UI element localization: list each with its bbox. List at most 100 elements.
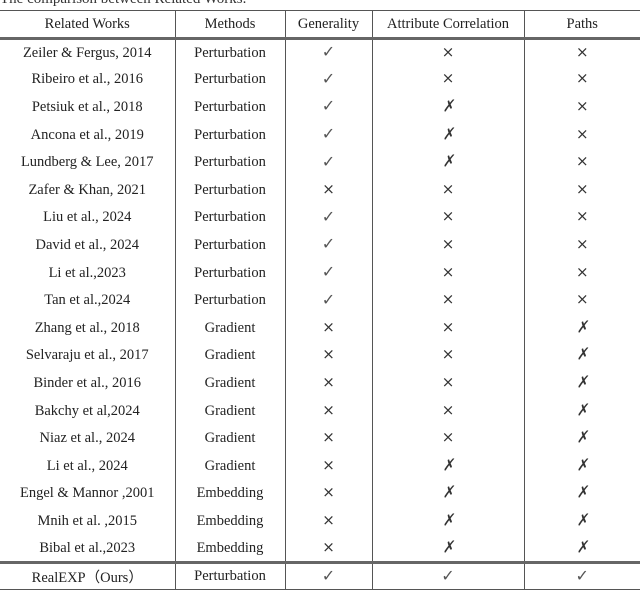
- table-row: Selvaraju et al., 2017 Gradient × × ✗: [0, 342, 640, 370]
- table-row: Engel & Mannor ,2001 Embedding × ✗ ✗: [0, 480, 640, 508]
- cross-icon: ×: [575, 262, 589, 281]
- cross-icon: ×: [441, 317, 455, 336]
- table-row: Zeiler & Fergus, 2014 Perturbation ✓ × ×: [0, 38, 640, 67]
- ours-row: RealEXP（Ours） Perturbation ✓ ✓ ✓: [0, 562, 640, 590]
- cell-generality: ×: [284, 397, 373, 425]
- cell-attribute-correlation: ×: [371, 176, 525, 205]
- cross-icon: ×: [441, 69, 455, 88]
- table-row: Li et al.,2023 Perturbation ✓ × ×: [0, 259, 640, 287]
- cross-icon: ×: [575, 234, 589, 253]
- cross-icon: ×: [575, 124, 589, 143]
- cross-icon: ×: [575, 179, 589, 198]
- cell-attribute-correlation: ×: [371, 66, 525, 94]
- cell-generality: ×: [284, 342, 373, 370]
- cell-paths: ✓: [523, 562, 640, 590]
- cell-attribute-correlation: ×: [371, 342, 525, 370]
- table-row: Bibal et al.,2023 Embedding × ✗ ✗: [0, 535, 640, 563]
- check-icon: ✓: [321, 234, 336, 254]
- partial-check-icon: ✗: [574, 316, 590, 337]
- cross-icon: ×: [575, 207, 589, 226]
- cross-icon: ×: [441, 42, 455, 61]
- cell-work: Niaz et al., 2024: [0, 424, 176, 453]
- partial-check-icon: ✗: [574, 482, 590, 503]
- cell-method: Gradient: [174, 397, 286, 425]
- cell-generality: ×: [284, 369, 373, 398]
- cell-attribute-correlation: ×: [371, 397, 525, 425]
- cell-paths: ×: [523, 66, 640, 94]
- cell-generality: ×: [284, 176, 373, 205]
- cell-paths: ✗: [523, 507, 640, 536]
- cell-method: Perturbation: [174, 259, 286, 287]
- check-icon: ✓: [321, 124, 336, 144]
- table-row: Li et al., 2024 Gradient × ✗ ✗: [0, 452, 640, 480]
- cross-icon: ×: [441, 400, 455, 419]
- table-row: Niaz et al., 2024 Gradient × × ✗: [0, 424, 640, 453]
- cross-icon: ×: [441, 207, 455, 226]
- cell-work: Liu et al., 2024: [0, 204, 176, 232]
- cell-work: Zhang et al., 2018: [0, 314, 176, 343]
- cell-attribute-correlation: ×: [371, 286, 525, 315]
- cell-attribute-correlation: ×: [371, 369, 525, 398]
- cell-attribute-correlation: ✓: [371, 562, 525, 590]
- cell-paths: ×: [523, 286, 640, 315]
- table-row: Zhang et al., 2018 Gradient × × ✗: [0, 314, 640, 343]
- cell-attribute-correlation: ✗: [371, 148, 525, 177]
- cell-generality: ✓: [284, 204, 373, 232]
- table-row: David et al., 2024 Perturbation ✓ × ×: [0, 231, 640, 260]
- cell-method: Perturbation: [174, 121, 286, 149]
- cell-work: Ribeiro et al., 2016: [0, 66, 176, 94]
- partial-check-icon: ✗: [440, 482, 456, 503]
- table-caption: The comparison between Related Works.: [0, 0, 246, 8]
- cell-method: Perturbation: [174, 176, 286, 205]
- cross-icon: ×: [441, 234, 455, 253]
- cell-method: Gradient: [174, 342, 286, 370]
- cell-generality: ×: [284, 424, 373, 453]
- cell-paths: ×: [523, 259, 640, 287]
- cell-work: David et al., 2024: [0, 231, 176, 260]
- cell-attribute-correlation: ×: [371, 204, 525, 232]
- cell-method: Perturbation: [174, 38, 286, 67]
- cell-work: Mnih et al. ,2015: [0, 507, 176, 536]
- cell-paths: ✗: [523, 424, 640, 453]
- cell-paths: ✗: [523, 397, 640, 425]
- cell-method: Perturbation: [174, 286, 286, 315]
- cell-method: Gradient: [174, 369, 286, 398]
- table-row: Ribeiro et al., 2016 Perturbation ✓ × ×: [0, 66, 640, 94]
- cross-icon: ×: [322, 510, 335, 529]
- cell-work: Binder et al., 2016: [0, 369, 176, 398]
- header-generality: Generality: [284, 10, 373, 40]
- cell-method: Gradient: [174, 424, 286, 453]
- check-icon: ✓: [321, 262, 336, 282]
- table-body: Zeiler & Fergus, 2014 Perturbation ✓ × × Ribe…: [0, 38, 640, 563]
- header-related-works: Related Works: [0, 10, 176, 40]
- comparison-table: Related Works Methods Generality Attribu…: [0, 10, 640, 590]
- table-row: Petsiuk et al., 2018 Perturbation ✓ ✗ ×: [0, 93, 640, 122]
- cell-attribute-correlation: ✗: [371, 93, 525, 122]
- table-row: Bakchy et al,2024 Gradient × × ✗: [0, 397, 640, 425]
- cell-paths: ✗: [523, 314, 640, 343]
- cell-method: Embedding: [174, 480, 286, 508]
- cross-icon: ×: [441, 372, 455, 391]
- cell-paths: ×: [523, 121, 640, 149]
- cell-attribute-correlation: ✗: [371, 480, 525, 508]
- cell-work: Bibal et al.,2023: [0, 535, 176, 563]
- header-paths: Paths: [523, 10, 640, 40]
- cross-icon: ×: [441, 345, 455, 364]
- cell-paths: ×: [523, 176, 640, 205]
- partial-check-icon: ✗: [574, 454, 590, 475]
- partial-check-icon: ✗: [574, 510, 590, 530]
- cross-icon: ×: [322, 317, 335, 336]
- cell-work: Lundberg & Lee, 2017: [0, 148, 176, 177]
- cross-icon: ×: [322, 428, 335, 447]
- check-icon: ✓: [321, 565, 336, 585]
- cross-icon: ×: [322, 483, 335, 502]
- cell-work: Selvaraju et al., 2017: [0, 342, 176, 370]
- table-row: Ancona et al., 2019 Perturbation ✓ ✗ ×: [0, 121, 640, 149]
- cell-paths: ✗: [523, 452, 640, 480]
- cell-attribute-correlation: ×: [371, 259, 525, 287]
- cell-attribute-correlation: ✗: [371, 507, 525, 536]
- table-row: Liu et al., 2024 Perturbation ✓ × ×: [0, 204, 640, 232]
- cell-attribute-correlation: ×: [371, 424, 525, 453]
- cell-generality: ✓: [284, 286, 373, 315]
- cross-icon: ×: [441, 428, 455, 447]
